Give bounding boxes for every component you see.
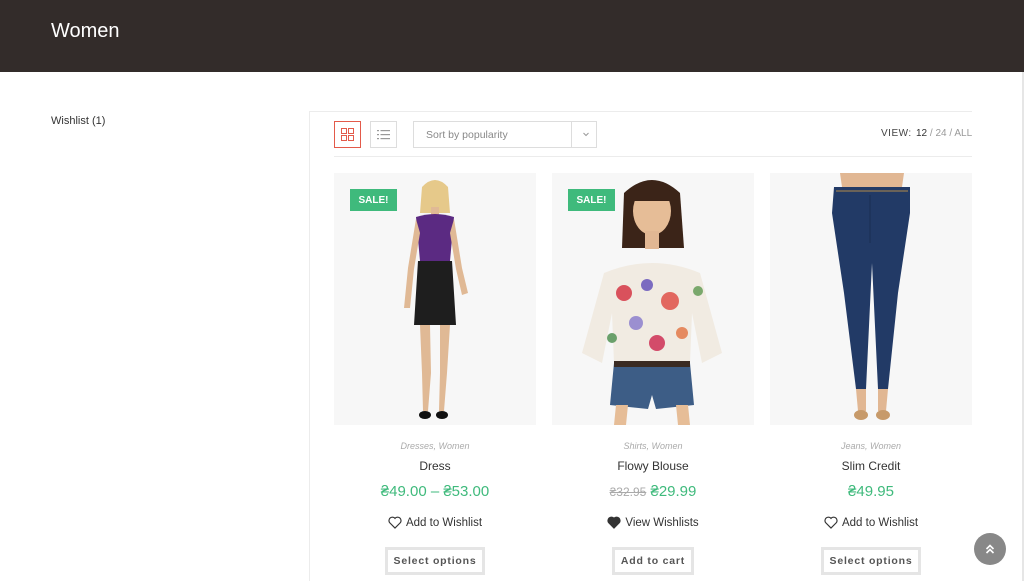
product-name[interactable]: Flowy Blouse (552, 459, 754, 473)
product-price: ₴49.95 (848, 483, 894, 500)
old-price: ₴32.95 (609, 485, 647, 499)
add-to-cart-button[interactable]: Add to cart (612, 547, 694, 575)
add-to-wishlist-button[interactable]: Add to Wishlist (334, 516, 536, 529)
sale-badge: SALE! (350, 189, 397, 211)
product-categories: Dresses, Women (400, 441, 470, 451)
category-link[interactable]: Women (652, 441, 683, 451)
list-view-button[interactable] (370, 121, 397, 148)
view-option-12[interactable]: 12 (916, 128, 927, 139)
list-icon (377, 130, 390, 140)
view-label: VIEW: (881, 128, 912, 139)
view-separator: / (949, 128, 953, 139)
product-categories: Shirts, Women (623, 441, 683, 451)
view-wishlists-button[interactable]: View Wishlists (552, 516, 754, 529)
wishlist-link[interactable]: Wishlist (1) (51, 115, 105, 127)
category-link[interactable]: Dresses (400, 441, 433, 451)
jeans-model-image (770, 173, 972, 425)
double-chevron-up-icon (985, 544, 995, 554)
wishlist-label: Add to Wishlist (841, 516, 919, 529)
product-card: SALE! Shirts, Women Flowy Blouse ₴32.95 … (552, 173, 754, 581)
heart-icon (824, 516, 838, 529)
select-options-button[interactable]: Select options (821, 547, 921, 575)
product-card: SALE! Dresses, Women Dress ₴49.00 – ₴53.… (334, 173, 536, 581)
grid-view-button[interactable] (334, 121, 361, 148)
category-link[interactable]: Jeans (841, 441, 865, 451)
view-separator: / (929, 128, 933, 139)
product-name[interactable]: Dress (334, 459, 536, 473)
view-option-24[interactable]: 24 (935, 128, 946, 139)
view-options: 12 / 24 / ALL (916, 128, 972, 139)
product-price: ₴32.95 ₴29.99 (552, 483, 754, 500)
grid-icon (341, 128, 354, 141)
toolbar-bottom-divider (334, 156, 972, 157)
sidebar-divider (309, 111, 310, 581)
add-to-wishlist-button[interactable]: Add to Wishlist (770, 516, 972, 529)
sale-badge: SALE! (568, 189, 615, 211)
heart-icon (388, 516, 402, 529)
category-link[interactable]: Women (870, 441, 901, 451)
sale-price: ₴29.99 (650, 483, 697, 500)
category-link[interactable]: Shirts (623, 441, 646, 451)
sort-select-separator (571, 122, 572, 147)
heart-filled-icon (607, 516, 621, 529)
product-price: ₴49.00 – ₴53.00 (380, 483, 490, 500)
product-card: Jeans, Women Slim Credit ₴49.95 Add to W… (770, 173, 972, 581)
product-name[interactable]: Slim Credit (770, 459, 972, 473)
wishlist-label: View Wishlists (625, 516, 699, 529)
sort-select[interactable]: Sort by popularity (413, 121, 597, 148)
wishlist-label: Add to Wishlist (405, 516, 483, 529)
product-image[interactable] (770, 173, 972, 425)
category-link[interactable]: Women (439, 441, 470, 451)
product-categories: Jeans, Women (840, 441, 902, 451)
toolbar-top-divider (310, 111, 972, 112)
sort-select-value: Sort by popularity (426, 129, 508, 141)
select-options-button[interactable]: Select options (385, 547, 485, 575)
product-image[interactable]: SALE! (552, 173, 754, 425)
view-option-all[interactable]: ALL (954, 128, 972, 139)
scroll-to-top-button[interactable] (974, 533, 1006, 565)
page-header: Women (0, 0, 1024, 72)
page-title: Women (51, 20, 120, 42)
chevron-down-icon (583, 132, 589, 137)
product-image[interactable]: SALE! (334, 173, 536, 425)
